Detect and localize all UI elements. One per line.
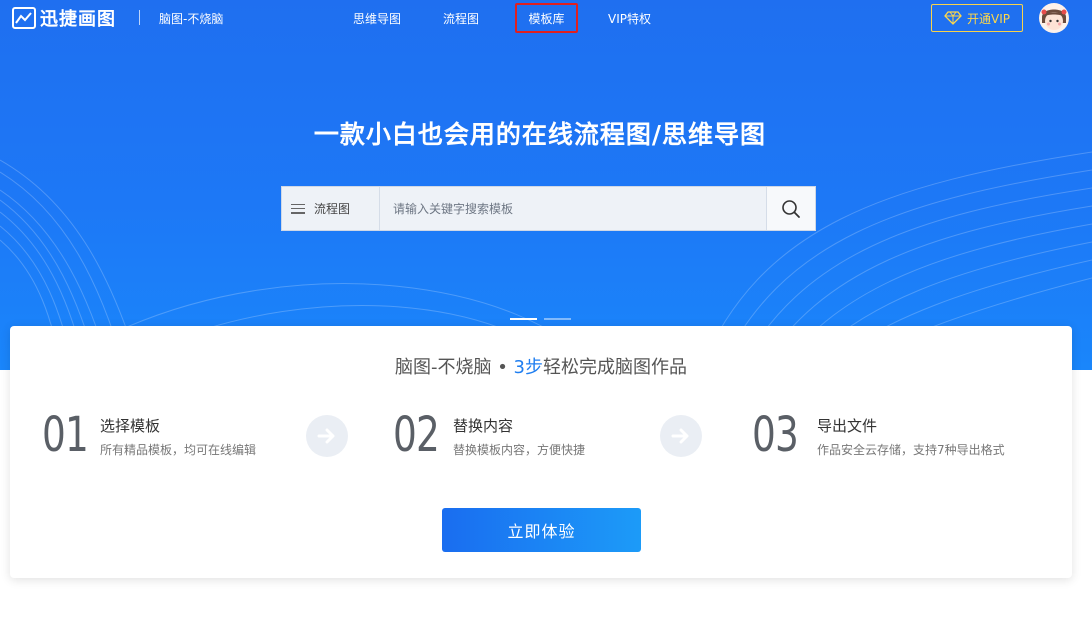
step-description: 作品安全云存储，支持7种导出格式 xyxy=(817,443,1005,457)
brand-slogan: 脑图-不烧脑 xyxy=(159,12,224,26)
menu-icon xyxy=(291,203,305,214)
steps-title-suffix: 轻松完成脑图作品 xyxy=(543,357,687,378)
template-search-bar: 流程图 xyxy=(281,186,816,231)
step-arrow-1 xyxy=(306,415,348,457)
nav-item-mindmap[interactable]: 思维导图 xyxy=(353,10,401,27)
brand-name: 迅捷画图 xyxy=(40,9,116,30)
user-avatar[interactable] xyxy=(1039,3,1069,33)
chart-logo-icon xyxy=(12,7,36,29)
arrow-right-icon xyxy=(671,428,689,444)
step-arrow-2 xyxy=(660,415,702,457)
search-category-label: 流程图 xyxy=(314,202,351,216)
hero-title: 一款小白也会用的在线流程图/思维导图 xyxy=(313,120,767,149)
steps-card-title: 脑图-不烧脑 • 3步轻松完成脑图作品 xyxy=(10,353,1072,379)
diamond-icon xyxy=(944,11,962,25)
search-input[interactable] xyxy=(380,187,766,230)
steps-title-highlight: 3步 xyxy=(513,357,543,378)
carousel-indicators xyxy=(510,318,578,320)
steps-title-prefix: 脑图-不烧脑 • xyxy=(394,357,514,378)
step-title: 选择模板 xyxy=(100,417,161,435)
open-vip-label: 开通VIP xyxy=(967,11,1010,26)
nav-item-vip[interactable]: VIP特权 xyxy=(608,10,651,27)
avatar-face-icon xyxy=(1041,9,1067,30)
arrow-right-icon xyxy=(317,428,335,444)
try-now-button[interactable]: 立即体验 xyxy=(442,508,641,552)
hero-wave-decoration xyxy=(0,151,1092,370)
brand-logo[interactable]: 迅捷画图 xyxy=(12,6,116,30)
step-description: 所有精品模板，均可在线编辑 xyxy=(100,443,257,457)
steps-card: 脑图-不烧脑 • 3步轻松完成脑图作品 01 选择模板 所有精品模板，均可在线编… xyxy=(10,326,1072,578)
step-number: 01 xyxy=(42,407,89,463)
nav-item-templates[interactable]: 模板库 xyxy=(515,3,578,33)
step-title: 替换内容 xyxy=(453,417,514,435)
top-nav: 迅捷画图 脑图-不烧脑 思维导图 流程图 模板库 VIP特权 开通VIP xyxy=(0,0,1092,36)
nav-item-flowchart[interactable]: 流程图 xyxy=(443,10,479,27)
hero-banner: 迅捷画图 脑图-不烧脑 思维导图 流程图 模板库 VIP特权 开通VIP 一款小… xyxy=(0,0,1092,370)
search-category-select[interactable]: 流程图 xyxy=(282,187,380,230)
nav-divider xyxy=(139,10,140,25)
search-button[interactable] xyxy=(766,187,815,230)
open-vip-button[interactable]: 开通VIP xyxy=(931,4,1023,32)
search-icon xyxy=(782,199,800,218)
carousel-dot-1[interactable] xyxy=(510,318,537,320)
step-number: 03 xyxy=(752,407,799,463)
step-description: 替换模板内容，方便快捷 xyxy=(453,443,586,457)
step-title: 导出文件 xyxy=(817,417,878,435)
step-number: 02 xyxy=(393,407,440,463)
carousel-dot-2[interactable] xyxy=(544,318,571,320)
